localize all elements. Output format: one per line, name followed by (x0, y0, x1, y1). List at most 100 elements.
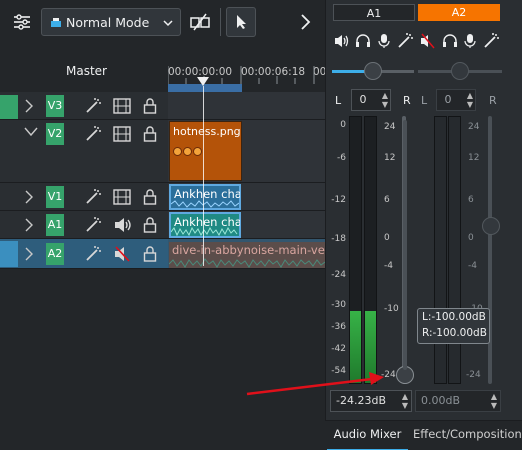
scale-label: 24 (384, 122, 396, 132)
scale-label: -42 (331, 344, 346, 354)
headphones-icon[interactable] (355, 33, 371, 52)
channel-tab-a2[interactable]: A2 (418, 4, 500, 21)
tab-audio-mixer[interactable]: Audio Mixer (327, 421, 408, 450)
chevron-down-icon (162, 17, 174, 31)
volume-spinbox[interactable]: 0.00dB ▲ ▼ (415, 390, 501, 412)
microphone-icon[interactable] (463, 33, 477, 52)
effects-wand-icon[interactable] (483, 33, 499, 52)
effects-wand-icon[interactable] (84, 188, 102, 209)
scale-label: 24 (468, 122, 480, 132)
scale-label: 6 (468, 195, 474, 205)
select-tool-icon (234, 14, 250, 33)
lock-icon[interactable] (143, 216, 157, 237)
channel-controls (326, 33, 522, 49)
speaker-muted-icon[interactable] (113, 245, 131, 266)
channel-slider-track[interactable] (403, 120, 407, 370)
expand-chevron-icon[interactable] (22, 97, 36, 118)
timeline-panel: Normal Mode Master 00:00:00:00 00:00:06:… (0, 0, 325, 450)
effects-wand-icon[interactable] (84, 97, 102, 118)
volume-fader-track[interactable] (488, 116, 492, 384)
microphone-icon[interactable] (377, 33, 391, 52)
balance-spinbox[interactable]: 0 ▲ ▼ (351, 89, 391, 111)
master-label: Master (66, 64, 107, 78)
film-icon[interactable] (113, 125, 131, 146)
speaker-icon[interactable] (113, 216, 131, 237)
timeline-toolbar: Normal Mode (0, 0, 325, 44)
playhead-marker[interactable] (197, 77, 209, 86)
level-meter-right (364, 116, 377, 384)
track-color-bar (0, 95, 18, 119)
tab-effect-composition[interactable]: Effect/Composition (413, 421, 522, 450)
lock-icon[interactable] (143, 125, 157, 146)
tracks-config-icon[interactable] (12, 12, 32, 35)
right-label: R (489, 94, 497, 107)
mode-icon (50, 17, 62, 32)
clip-thumbnails (173, 147, 202, 156)
scale-label: -36 (331, 322, 346, 332)
clip-hotness[interactable]: hotness.png (169, 121, 242, 181)
volume-spinbox[interactable]: -24.23dB ▲ ▼ (330, 390, 412, 412)
scale-label: -18 (331, 234, 346, 244)
scale-label: -6 (337, 153, 346, 163)
meter-level (365, 311, 376, 383)
playhead-line (203, 86, 204, 266)
expand-chevron-icon[interactable] (22, 245, 36, 266)
film-icon[interactable] (113, 188, 131, 209)
pan-slider-handle[interactable] (364, 62, 382, 80)
track-tag[interactable]: V1 (46, 186, 64, 208)
scale-label: 0 (468, 233, 474, 243)
spin-arrows-icon[interactable]: ▲ ▼ (402, 392, 408, 410)
speaker-muted-icon[interactable] (420, 33, 436, 52)
mode-select[interactable]: Normal Mode (41, 8, 181, 36)
more-icon[interactable] (298, 12, 314, 35)
clip-ankhen-video[interactable]: Ankhen char (169, 184, 241, 210)
level-meter-left (349, 116, 362, 384)
track-lane[interactable] (168, 92, 325, 119)
film-icon[interactable] (113, 97, 131, 118)
track-tag[interactable]: A2 (46, 243, 64, 265)
scale-label: -12 (331, 195, 346, 205)
collapse-chevron-icon[interactable] (22, 125, 40, 142)
balance-spinbox[interactable]: 0 ▲ ▼ (436, 89, 476, 111)
clip-title: Ankhen char (174, 187, 240, 201)
lock-icon[interactable] (143, 97, 157, 118)
scale-label: -30 (331, 300, 346, 310)
lock-icon[interactable] (143, 188, 157, 209)
audio-mixer-panel: A1 A2 L 0 ▲ ▼ R 0 -6 -12 -18 -24 -30 -36… (325, 0, 522, 450)
scale-label: -4 (384, 261, 393, 271)
effects-wand-icon[interactable] (84, 125, 102, 146)
expand-chevron-icon[interactable] (22, 216, 36, 237)
lock-icon[interactable] (143, 245, 157, 266)
clip-dive-in-audio[interactable]: dive-in-abbynoise-main-vers (169, 242, 325, 268)
tooltip-left-level: L:-100.00dB (422, 311, 486, 323)
effects-wand-icon[interactable] (397, 33, 413, 52)
spin-arrows-icon[interactable]: ▲ ▼ (382, 91, 388, 109)
expand-chevron-icon[interactable] (22, 188, 36, 209)
clip-ankhen-audio[interactable]: Ankhen char (169, 212, 241, 238)
track-a1[interactable]: A1 (0, 211, 325, 239)
clip-title: dive-in-abbynoise-main-vers (172, 243, 325, 257)
scale-label: -54 (331, 366, 346, 376)
spin-arrows-icon[interactable]: ▲ ▼ (467, 91, 473, 109)
track-tag[interactable]: A1 (46, 214, 64, 236)
spin-arrows-icon[interactable]: ▲ ▼ (491, 392, 497, 410)
speaker-icon[interactable] (334, 33, 350, 52)
volume-fader-handle[interactable] (482, 217, 500, 235)
left-label: L (335, 94, 342, 107)
scale-label: -24 (466, 370, 481, 380)
track-tag[interactable]: V3 (46, 95, 64, 117)
track-v3[interactable]: V3 (0, 92, 325, 120)
effects-wand-icon[interactable] (84, 216, 102, 237)
effects-wand-icon[interactable] (84, 245, 102, 266)
dock-tabbar: Audio Mixer Effect/Composition (325, 420, 522, 450)
pan-slider-handle[interactable] (451, 62, 469, 80)
razor-icon[interactable] (189, 11, 211, 36)
headphones-icon[interactable] (442, 33, 458, 52)
track-v2[interactable]: V2 (0, 120, 325, 183)
track-tag[interactable]: V2 (46, 123, 64, 145)
select-tool-button[interactable] (226, 7, 256, 37)
track-v1[interactable]: V1 (0, 183, 325, 211)
tooltip-right-level: R:-100.00dB (422, 327, 487, 339)
scale-label: -10 (384, 304, 399, 314)
channel-tab-a1[interactable]: A1 (333, 4, 415, 21)
